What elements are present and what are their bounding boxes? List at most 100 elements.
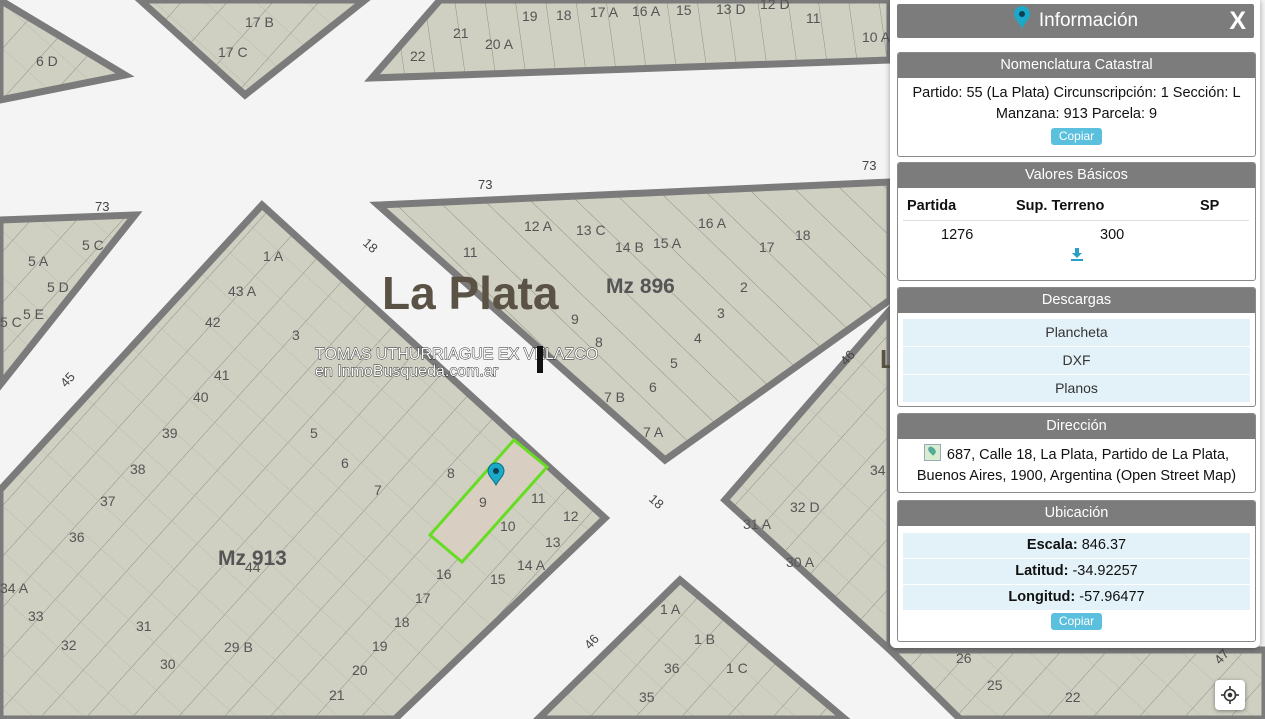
cell-partida: 1276 <box>941 227 974 243</box>
valores-table: Partida Sup. Terreno SP 1276 300 <box>903 194 1249 243</box>
longitud-row: Longitud: -57.96477 <box>903 585 1250 610</box>
longitud-label: Longitud: <box>1008 589 1076 605</box>
lot-label: 11 <box>806 10 821 26</box>
lot-label: 13 D <box>716 1 746 17</box>
latitud-value: -34.92257 <box>1072 563 1138 579</box>
lot-label: 6 <box>649 379 657 395</box>
download-dxf[interactable]: DXF <box>903 347 1250 375</box>
latitud-label: Latitud: <box>1015 563 1069 579</box>
info-panel: Información X Nomenclatura Catastral Par… <box>890 0 1260 648</box>
nomenclatura-line-1: Partido: 55 (La Plata) Circunscripción: … <box>912 85 1241 101</box>
lot-label: 14 B <box>615 239 644 255</box>
lot-label: 21 <box>329 687 345 703</box>
lot-label: 13 <box>545 534 561 550</box>
lot-label: 1 A <box>660 601 681 617</box>
lot-label: 43 A <box>228 283 257 299</box>
lot-label: 16 A <box>698 215 727 231</box>
lot-label: 36 <box>69 529 85 545</box>
direccion-section: Dirección 687, Calle 18, La Plata, Parti… <box>897 413 1256 493</box>
escala-value: 846.37 <box>1081 537 1127 553</box>
lot-label: 5 E <box>23 306 44 322</box>
lot-label: 5 D <box>47 279 69 295</box>
valores-section: Valores Básicos Partida Sup. Terreno SP … <box>897 162 1256 281</box>
lot-label: 17 A <box>590 4 619 20</box>
copy-nomenclatura-button[interactable]: Copiar <box>1050 128 1103 145</box>
lot-label: 2 <box>740 279 748 295</box>
lot-label: 17 C <box>218 44 248 60</box>
col-sp: SP <box>1196 194 1249 221</box>
street-label: 73 <box>862 158 876 173</box>
col-sup-terreno: Sup. Terreno <box>1012 194 1196 221</box>
lot-label: 17 <box>415 590 431 606</box>
cell-sup-terreno: 300 <box>1100 227 1125 243</box>
lot-label: 9 <box>571 311 579 327</box>
lot-label: 5 C <box>82 237 104 253</box>
lot-label: 5 <box>670 355 678 371</box>
valores-title: Valores Básicos <box>898 163 1255 188</box>
lot-label: 30 A <box>786 554 815 570</box>
lot-label: 34 A <box>0 580 29 596</box>
col-partida: Partida <box>903 194 1012 221</box>
lot-label: 11 <box>463 244 478 260</box>
lot-label: 15 <box>676 2 692 18</box>
escala-row: Escala: 846.37 <box>903 533 1250 558</box>
lot-label: 22 <box>1065 689 1081 705</box>
lot-label: 17 <box>759 239 775 255</box>
lot-label: 13 C <box>576 222 606 238</box>
lot-label: 16 <box>436 566 452 582</box>
descargas-title: Descargas <box>898 288 1255 313</box>
lot-label: 32 D <box>790 499 820 515</box>
lot-label: 40 <box>193 389 209 405</box>
ubicacion-section: Ubicación Escala: 846.37 Latitud: -34.92… <box>897 500 1256 642</box>
lot-label: 39 <box>162 425 178 441</box>
copy-ubicacion-button[interactable]: Copiar <box>1050 613 1103 630</box>
cell-sp <box>1196 221 1249 244</box>
lot-label: 14 A <box>517 557 546 573</box>
lot-label: 32 <box>61 637 77 653</box>
lot-label: 7 <box>374 482 382 498</box>
lot-label: 19 <box>522 8 538 24</box>
descargas-section: Descargas Plancheta DXF Planos <box>897 287 1256 407</box>
lot-label: 30 <box>160 656 176 672</box>
locate-button[interactable] <box>1215 680 1245 710</box>
lot-label: 10 <box>500 518 516 534</box>
street-map-icon[interactable] <box>923 444 941 461</box>
lot-label: 6 D <box>36 53 58 69</box>
lot-label: 36 <box>664 660 680 676</box>
direccion-text: 687, Calle 18, La Plata, Partido de La P… <box>898 439 1255 487</box>
lot-label: 38 <box>130 461 146 477</box>
lot-label: 15 <box>490 571 506 587</box>
lot-label: 22 <box>410 48 426 64</box>
lot-label: 20 A <box>485 36 514 52</box>
lot-label: 1 A <box>263 248 284 264</box>
lot-label: 4 <box>694 330 702 346</box>
lot-label: 7 B <box>604 389 625 405</box>
watermark-line-1: TOMAS UTHURRIAGUE EX VELAZCO <box>315 346 598 363</box>
lot-label: 18 <box>394 614 410 630</box>
download-planos[interactable]: Planos <box>903 375 1250 403</box>
panel-header: Información X <box>897 4 1254 38</box>
lot-label: 41 <box>214 367 230 383</box>
lot-label: 37 <box>100 493 116 509</box>
lot-label: 15 A <box>653 235 682 251</box>
watermark-line-2: en InmoBusqueda.com.ar <box>315 363 499 380</box>
lot-label: 5 C <box>0 314 22 330</box>
map-pin-icon <box>1013 6 1031 36</box>
nomenclatura-title: Nomenclatura Catastral <box>898 53 1255 78</box>
panel-title: Información <box>1038 10 1139 31</box>
lot-label: 5 <box>310 425 318 441</box>
lot-label: 19 <box>372 638 388 654</box>
lot-label: 12 A <box>524 218 553 234</box>
crosshair-icon <box>1221 686 1239 704</box>
close-button[interactable]: X <box>1229 7 1246 36</box>
table-row: 1276 300 <box>903 221 1249 244</box>
nomenclatura-text: Partido: 55 (La Plata) Circunscripción: … <box>898 78 1255 125</box>
nomenclatura-section: Nomenclatura Catastral Partido: 55 (La P… <box>897 52 1256 157</box>
lot-label: 3 <box>717 305 725 321</box>
lot-label: 29 B <box>224 639 253 655</box>
lot-label: 6 <box>341 455 349 471</box>
download-values-button[interactable] <box>898 247 1255 266</box>
lot-label: 42 <box>205 314 221 330</box>
nomenclatura-line-2: Manzana: 913 Parcela: 9 <box>995 106 1158 122</box>
download-plancheta[interactable]: Plancheta <box>903 319 1250 347</box>
